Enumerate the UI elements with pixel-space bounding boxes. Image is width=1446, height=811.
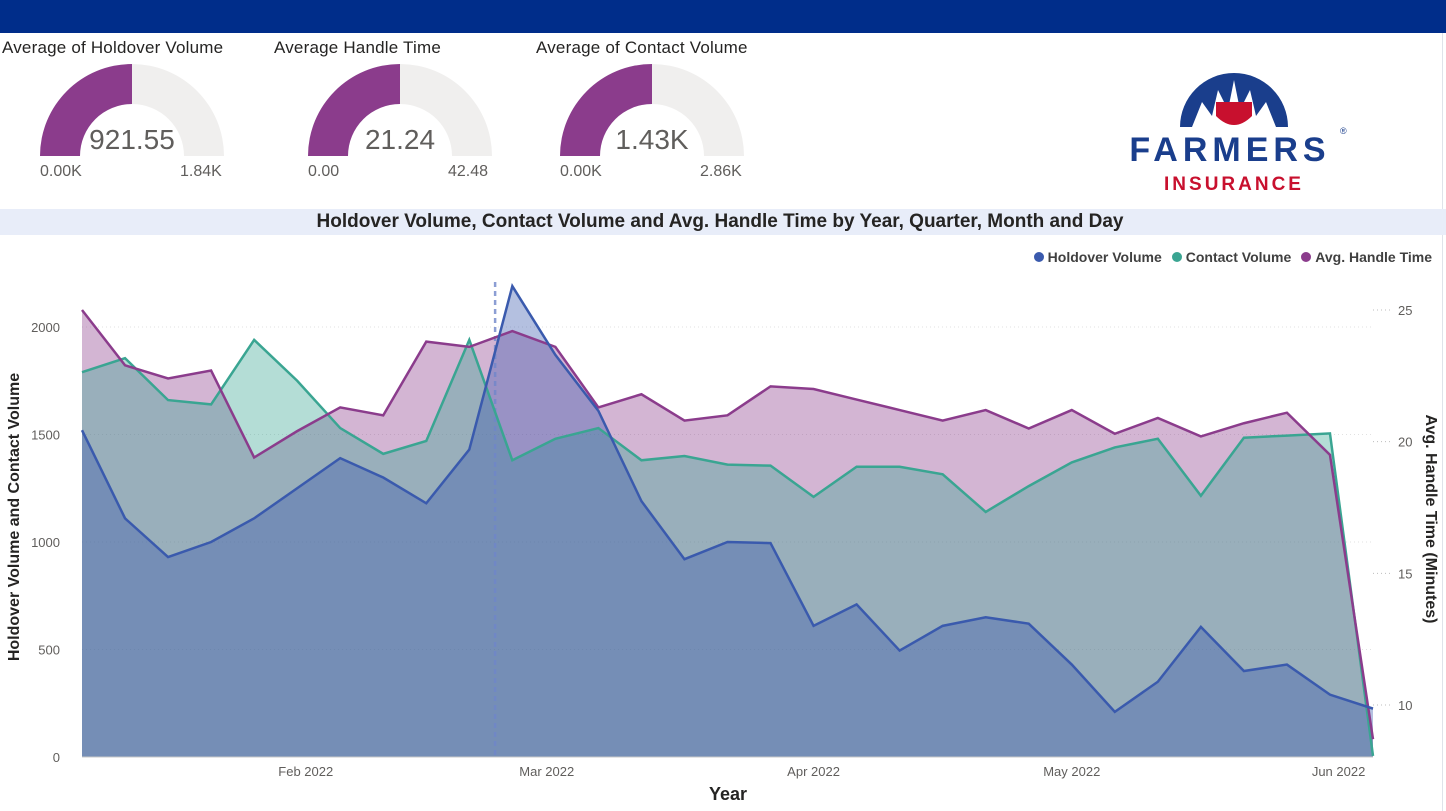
y-tick-label: 1000 (31, 535, 60, 550)
x-axis-title: Year (708, 784, 748, 804)
gauge-min: 0.00 (308, 163, 340, 180)
legend-label: Contact Volume (1185, 249, 1292, 265)
gauge-contact-volume[interactable]: Average of Contact Volume 1.43K 0.00K 2.… (536, 36, 796, 196)
y-axis-title-left: Holdover Volume and Contact Volume (6, 372, 23, 662)
y2-tick-label: 10 (1398, 698, 1412, 713)
gauge-max: 1.84K (180, 163, 222, 180)
gauge-value: 921.55 (89, 124, 175, 155)
x-tick-label: May 2022 (1043, 764, 1100, 779)
legend-item-contact[interactable]: Contact Volume (1171, 249, 1292, 265)
chart-title: Holdover Volume, Contact Volume and Avg.… (316, 211, 1124, 232)
logo-registered-mark: ® (1340, 126, 1347, 136)
y2-tick-label: 25 (1398, 303, 1412, 318)
gauge-min: 0.00K (40, 163, 82, 180)
legend-dot-icon (1171, 252, 1182, 262)
legend-dot-icon (1033, 252, 1044, 262)
gauge-max: 42.48 (448, 163, 489, 180)
x-tick-label: Apr 2022 (787, 764, 840, 779)
y-tick-label: 2000 (31, 320, 60, 335)
gauge-value: 21.24 (364, 124, 436, 155)
legend-label: Holdover Volume (1047, 249, 1162, 265)
gauge-handle-time[interactable]: Average Handle Time 21.24 0.00 42.48 (274, 36, 534, 196)
y-tick-label: 500 (38, 643, 60, 658)
legend-dot-icon (1301, 252, 1312, 262)
x-tick-label: Jun 2022 (1312, 764, 1366, 779)
gauge-max: 2.86K (700, 163, 742, 180)
y-tick-label: 1500 (31, 428, 60, 443)
chart-legend[interactable]: Holdover Volume Contact Volume Avg. Hand… (1033, 249, 1432, 265)
farmers-insurance-logo: FARMERS ® INSURANCE (1110, 72, 1350, 197)
y-tick-label: 0 (53, 750, 60, 765)
logo-subtitle: INSURANCE (1164, 174, 1304, 195)
y-axis-title-right: Avg. Handle Time (Minutes) (1422, 414, 1439, 624)
gauge-min: 0.00K (560, 163, 602, 180)
gauge-value: 1.43K (615, 124, 689, 155)
logo-wordmark: FARMERS (1129, 131, 1330, 169)
y2-tick-label: 20 (1398, 435, 1412, 450)
legend-item-handle-time[interactable]: Avg. Handle Time (1301, 249, 1432, 265)
x-tick-label: Mar 2022 (519, 764, 574, 779)
legend-label: Avg. Handle Time (1315, 249, 1432, 265)
legend-item-holdover[interactable]: Holdover Volume (1033, 249, 1162, 265)
combo-area-chart[interactable]: 0 500 1000 1500 2000 10 15 20 25 Feb 2022 Mar 2022… (0, 270, 1446, 811)
header-bar (0, 0, 1446, 33)
x-tick-label: Feb 2022 (278, 764, 333, 779)
y2-tick-label: 15 (1398, 566, 1412, 581)
logo-shield-icon (1180, 73, 1288, 127)
gauge-holdover-volume[interactable]: Average of Holdover Volume 921.55 0.00K … (2, 36, 262, 196)
